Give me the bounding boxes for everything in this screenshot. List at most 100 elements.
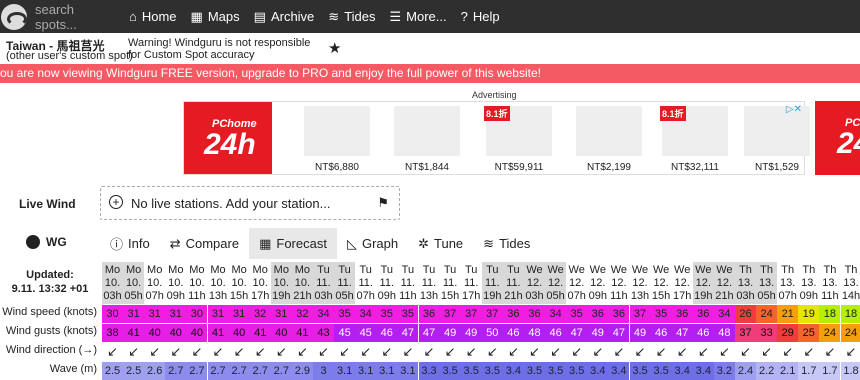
tab-tune[interactable]: ✲ Tune bbox=[408, 228, 473, 259]
nav-item-more[interactable]: ☰ More... bbox=[390, 9, 447, 25]
hour-label: 07h bbox=[145, 290, 164, 302]
hour-label: 14h bbox=[841, 290, 860, 302]
hour-label: 03h bbox=[314, 290, 333, 302]
hour-label: 15h bbox=[229, 290, 249, 302]
date-label: 10. bbox=[168, 277, 184, 289]
wind-gust-cell: 45 bbox=[334, 324, 356, 342]
home-icon: ⌂ bbox=[129, 9, 137, 24]
nav-item-archive[interactable]: ▤ Archive bbox=[254, 9, 315, 25]
spot-header: Taiwan - 馬祖莒光 (other user's custom spot)… bbox=[0, 33, 860, 63]
date-label: 13. bbox=[822, 277, 838, 289]
day-label: Tu bbox=[338, 264, 351, 276]
wind-gust-cell: 40 bbox=[165, 324, 187, 342]
date-label: 12. bbox=[653, 277, 669, 289]
wind-direction-arrow-icon: ↙ bbox=[697, 344, 709, 359]
compare-icon: ⇄ bbox=[169, 235, 181, 251]
product-price: NT$1,529 bbox=[755, 162, 799, 173]
ad-product[interactable]: NT$1,529 bbox=[742, 106, 812, 173]
product-price: NT$6,880 bbox=[315, 162, 359, 173]
ad-product[interactable]: 8.1折 NT$32,111 bbox=[660, 106, 730, 173]
search-input[interactable]: search spots... bbox=[35, 2, 115, 32]
forecast-column: Tu 11. 21h 36 46 ↙ 3.4 bbox=[502, 262, 524, 380]
day-label: Th bbox=[844, 264, 858, 276]
tab-forecast[interactable]: ▦ Forecast bbox=[249, 228, 337, 259]
wind-speed-cell: 24 bbox=[756, 305, 778, 323]
wind-speed-cell: 34 bbox=[545, 305, 567, 323]
row-label-wave: Wave (m) bbox=[49, 363, 97, 375]
nav-item-home[interactable]: ⌂ Home bbox=[129, 9, 177, 25]
hour-label: 07h bbox=[567, 290, 586, 302]
wave-cell: 3.5 bbox=[545, 362, 567, 380]
hour-label: 11h bbox=[610, 290, 628, 302]
pchome-logo-right[interactable]: PChome 24h bbox=[815, 101, 860, 175]
date-label: 13. bbox=[843, 277, 859, 289]
forecast-column: We 12. 21h 34 48 ↙ 3.2 bbox=[713, 262, 735, 380]
column-header: We 12. 15h bbox=[650, 262, 672, 304]
favorite-star-icon[interactable]: ★ bbox=[328, 39, 341, 57]
nav-item-help[interactable]: ? Help bbox=[461, 9, 500, 25]
tab-compare[interactable]: ⇄ Compare bbox=[160, 228, 249, 259]
wind-gust-cell: 40 bbox=[186, 324, 208, 342]
hour-label: 03h bbox=[103, 290, 122, 302]
wind-speed-cell: 36 bbox=[671, 305, 693, 323]
tab-info[interactable]: ⓘ Info bbox=[100, 228, 160, 259]
wind-speed-cell: 35 bbox=[650, 305, 672, 323]
wind-gust-cell: 45 bbox=[355, 324, 377, 342]
column-header: Tu 11. 11h bbox=[397, 262, 419, 304]
ad-product[interactable]: NT$6,880 bbox=[302, 106, 372, 173]
wind-speed-cell: 36 bbox=[418, 305, 440, 323]
forecast-column: We 12. 17h 36 47 ↙ 3.4 bbox=[671, 262, 693, 380]
nav-item-maps[interactable]: ▦ Maps bbox=[191, 9, 240, 25]
date-label: 12. bbox=[526, 277, 543, 289]
date-label: 10. bbox=[231, 277, 247, 289]
wind-gust-cell: 29 bbox=[777, 324, 799, 342]
column-header: Tu 11. 17h bbox=[460, 262, 482, 304]
hour-label: 03h bbox=[525, 290, 544, 302]
column-header: Mo 10. 19h bbox=[270, 262, 292, 304]
ad-product[interactable]: NT$2,199 bbox=[574, 106, 644, 173]
hour-label: 21h bbox=[715, 290, 734, 302]
upgrade-banner[interactable]: ou are now viewing Windguru FREE version… bbox=[0, 64, 860, 83]
wind-speed-cell: 34 bbox=[713, 305, 735, 323]
tab-tides[interactable]: ≋ Tides bbox=[473, 228, 540, 259]
forecast-column: Tu 11. 17h 37 49 ↙ 3.5 bbox=[460, 262, 482, 380]
wind-direction-arrow-icon: ↙ bbox=[149, 344, 161, 359]
forecast-column: Tu 11. 09h 35 46 ↙ 3.1 bbox=[376, 262, 398, 380]
ad-product[interactable]: 8.1折 NT$59,911 bbox=[484, 106, 554, 173]
windguru-logo-icon[interactable] bbox=[1, 3, 27, 30]
wind-speed-cell: 37 bbox=[460, 305, 482, 323]
forecast-column: Tu 11. 03h 34 43 ↙ 3 bbox=[313, 262, 334, 380]
hour-label: 09h bbox=[799, 290, 818, 302]
hour-label: 09h bbox=[166, 290, 185, 302]
wave-cell: 3.1 bbox=[397, 362, 419, 380]
hour-label: 05h bbox=[124, 290, 143, 302]
day-label: Th bbox=[739, 264, 752, 276]
wind-gust-cell: 37 bbox=[735, 324, 756, 342]
wind-gust-cell: 47 bbox=[397, 324, 419, 342]
pchome-logo[interactable]: PChome 24h bbox=[184, 102, 272, 174]
live-wind-add-station[interactable]: + No live stations. Add your station... … bbox=[100, 186, 400, 220]
hour-label: 13h bbox=[208, 290, 228, 302]
wind-speed-cell: 35 bbox=[566, 305, 588, 323]
ad-box[interactable]: PChome 24h NT$6,880 NT$1,844 8.1折 NT$59,911… bbox=[183, 101, 810, 175]
wave-cell: 3.5 bbox=[439, 362, 461, 380]
forecast-column: Th 13. 11h 18 24 ↙ 1.7 bbox=[819, 262, 841, 380]
forecast-column: Tu 11. 15h 37 49 ↙ 3.5 bbox=[439, 262, 461, 380]
product-image bbox=[304, 106, 370, 156]
day-label: Tu bbox=[443, 264, 457, 276]
wind-speed-cell: 36 bbox=[608, 305, 630, 323]
nav-item-tides[interactable]: ≋ Tides bbox=[328, 9, 375, 25]
column-header: We 12. 13h bbox=[629, 262, 651, 304]
day-label: Mo bbox=[231, 264, 247, 276]
tab-graph[interactable]: ◺ Graph bbox=[337, 228, 408, 259]
wind-direction-arrow-icon: ↙ bbox=[128, 344, 140, 359]
ad-product[interactable]: NT$1,844 bbox=[392, 106, 462, 173]
wind-speed-cell: 37 bbox=[629, 305, 651, 323]
wind-speed-cell: 37 bbox=[481, 305, 503, 323]
wind-direction-arrow-icon: ↙ bbox=[107, 344, 118, 359]
wind-gust-cell: 33 bbox=[756, 324, 778, 342]
wind-direction-arrow-icon: ↙ bbox=[507, 344, 519, 359]
adchoices-icon[interactable]: ▷✕ bbox=[786, 104, 802, 115]
wind-gust-cell: 47 bbox=[418, 324, 440, 342]
date-label: 11. bbox=[485, 277, 500, 289]
